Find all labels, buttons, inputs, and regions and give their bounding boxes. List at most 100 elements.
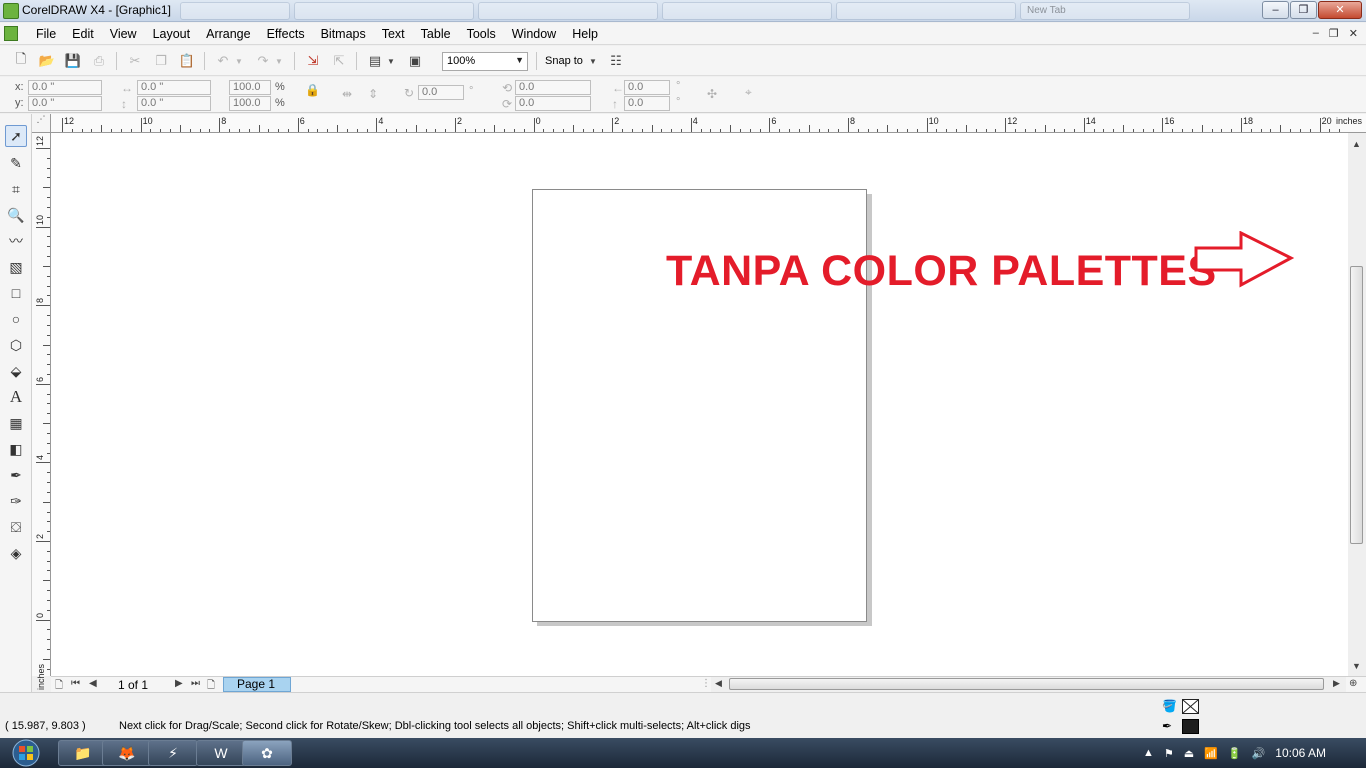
eyedropper-tool-icon[interactable]: ✒: [5, 464, 27, 486]
vertical-scroll-thumb[interactable]: [1350, 266, 1363, 544]
new-document-icon[interactable]: 🗋: [12, 51, 30, 70]
menu-bitmaps[interactable]: Bitmaps: [313, 27, 374, 41]
mirror-horizontal-icon[interactable]: ⇹: [342, 87, 352, 101]
navigator-zoom-icon[interactable]: ⊕: [1349, 678, 1357, 689]
smart-fill-tool-icon[interactable]: ▧: [5, 256, 27, 278]
vertical-scrollbar[interactable]: ▲ ▼: [1348, 133, 1366, 676]
taskbar-firefox-icon[interactable]: 🦊: [102, 740, 152, 766]
skew-v-field[interactable]: 0.0: [515, 96, 591, 111]
undo-icon[interactable]: ↶: [214, 52, 232, 70]
zoom-level-select[interactable]: 100% ▼: [442, 52, 528, 71]
first-page-icon[interactable]: ⏮: [71, 678, 80, 689]
table-tool-icon[interactable]: ▦: [5, 412, 27, 434]
height-field[interactable]: 0.0 ": [137, 96, 211, 111]
transform-icon[interactable]: ✣: [707, 87, 717, 101]
menu-edit[interactable]: Edit: [64, 27, 102, 41]
outline-tool-icon[interactable]: ✑: [5, 490, 27, 512]
print-icon[interactable]: ⎙: [90, 52, 108, 70]
paste-icon[interactable]: 📋: [178, 52, 196, 70]
polygon-tool-icon[interactable]: ⬡: [5, 334, 27, 356]
interactive-blend-tool-icon[interactable]: ◧: [5, 438, 27, 460]
basic-shapes-tool-icon[interactable]: ⬙: [5, 360, 27, 382]
application-launcher-icon[interactable]: ▤: [366, 52, 384, 70]
horizontal-scroll-thumb[interactable]: [729, 678, 1324, 690]
taskbar-explorer-icon[interactable]: 📁: [58, 740, 108, 766]
lock-ratio-icon[interactable]: 🔒: [305, 83, 320, 97]
menu-table[interactable]: Table: [413, 27, 459, 41]
scroll-down-icon[interactable]: ▼: [1352, 661, 1361, 671]
relative-position-icon[interactable]: ⌖: [745, 85, 752, 100]
ellipse-tool-icon[interactable]: ○: [5, 308, 27, 330]
previous-page-icon[interactable]: ◀: [89, 678, 97, 689]
page-tab[interactable]: Page 1: [223, 677, 291, 692]
menu-help[interactable]: Help: [564, 27, 606, 41]
rotation-field[interactable]: 0.0: [418, 85, 464, 100]
menu-file[interactable]: File: [28, 27, 64, 41]
drawing-canvas[interactable]: TANPA COLOR PALETTES: [51, 133, 1348, 676]
rectangle-tool-icon[interactable]: □: [5, 282, 27, 304]
next-page-icon[interactable]: ▶: [175, 678, 183, 689]
scroll-left-icon[interactable]: ◀: [715, 678, 722, 689]
taskbar-word-icon[interactable]: W: [196, 740, 246, 766]
crop-tool-icon[interactable]: ⌗: [5, 178, 27, 200]
splitter-handle[interactable]: ⋮: [701, 678, 711, 689]
redo-dropdown-icon[interactable]: ▼: [274, 52, 284, 70]
mirror-vertical-icon[interactable]: ⇕: [368, 87, 378, 101]
snap-to-button[interactable]: Snap to: [545, 55, 583, 67]
scale-y-field[interactable]: 100.0: [229, 96, 271, 111]
menu-tools[interactable]: Tools: [459, 27, 504, 41]
horizontal-scrollbar[interactable]: ◀ ▶: [711, 677, 1346, 692]
interactive-fill-tool-icon[interactable]: ◈: [5, 542, 27, 564]
scale-x-field[interactable]: 100.0: [229, 80, 271, 95]
doc-close-button[interactable]: ✕: [1349, 27, 1358, 40]
show-hidden-icons-icon[interactable]: ▲: [1143, 747, 1154, 759]
import-icon[interactable]: ⇲: [304, 52, 322, 70]
last-page-icon[interactable]: ⏭: [191, 678, 200, 689]
y-position-field[interactable]: 0.0 ": [28, 96, 102, 111]
doc-minimize-button[interactable]: –: [1313, 27, 1319, 40]
x-position-field[interactable]: 0.0 ": [28, 80, 102, 95]
outline-color-swatch[interactable]: [1182, 719, 1199, 734]
launcher-dropdown-icon[interactable]: ▼: [386, 52, 396, 70]
menu-effects[interactable]: Effects: [259, 27, 313, 41]
skew-h-field[interactable]: 0.0: [515, 80, 591, 95]
save-icon[interactable]: 💾: [64, 52, 82, 70]
volume-icon[interactable]: 🔊: [1252, 747, 1266, 760]
shape-tool-icon[interactable]: ✎: [5, 152, 27, 174]
snap-to-dropdown-icon[interactable]: ▼: [588, 52, 598, 70]
export-icon[interactable]: ⇱: [330, 52, 348, 70]
zoom-tool-icon[interactable]: 🔍: [5, 204, 27, 226]
windows-start-icon[interactable]: [6, 738, 46, 768]
minimize-button[interactable]: –: [1262, 1, 1289, 19]
pick-tool-icon[interactable]: ➚: [5, 125, 27, 147]
menu-window[interactable]: Window: [504, 27, 564, 41]
ruler-origin-corner[interactable]: ⋰: [32, 114, 51, 133]
menu-view[interactable]: View: [102, 27, 145, 41]
menu-layout[interactable]: Layout: [145, 27, 199, 41]
close-button[interactable]: ✕: [1318, 1, 1362, 19]
scroll-up-icon[interactable]: ▲: [1352, 139, 1361, 149]
taskbar-winamp-icon[interactable]: ⚡: [148, 740, 198, 766]
fill-tool-icon[interactable]: ⛋: [5, 516, 27, 538]
redo-icon[interactable]: ↷: [254, 52, 272, 70]
width-field[interactable]: 0.0 ": [137, 80, 211, 95]
open-folder-icon[interactable]: 📂: [38, 52, 56, 70]
options-icon[interactable]: ☷: [607, 52, 625, 70]
freehand-tool-icon[interactable]: 〰: [5, 230, 27, 252]
fill-color-swatch-none[interactable]: [1182, 699, 1199, 714]
safely-remove-icon[interactable]: ⏏: [1184, 747, 1194, 760]
position-h-field[interactable]: 0.0: [624, 80, 670, 95]
position-v-field[interactable]: 0.0: [624, 96, 670, 111]
welcome-screen-icon[interactable]: ▣: [406, 52, 424, 70]
document-icon[interactable]: [4, 26, 18, 41]
clock[interactable]: 10:06 AM: [1275, 746, 1326, 760]
undo-dropdown-icon[interactable]: ▼: [234, 52, 244, 70]
battery-icon[interactable]: 🔋: [1228, 747, 1242, 760]
horizontal-ruler[interactable]: inches 12 10 8 6 4 2 0 2 4 6 8 10 12 14 16 18 20: [51, 114, 1366, 133]
taskbar-coreldraw-icon[interactable]: ✿: [242, 740, 292, 766]
menu-text[interactable]: Text: [374, 27, 413, 41]
vertical-ruler[interactable]: 12 10 8 6 4 2 0: [32, 133, 51, 676]
copy-icon[interactable]: ❐: [152, 52, 170, 70]
menu-arrange[interactable]: Arrange: [198, 27, 258, 41]
doc-restore-button[interactable]: ❐: [1329, 27, 1339, 40]
